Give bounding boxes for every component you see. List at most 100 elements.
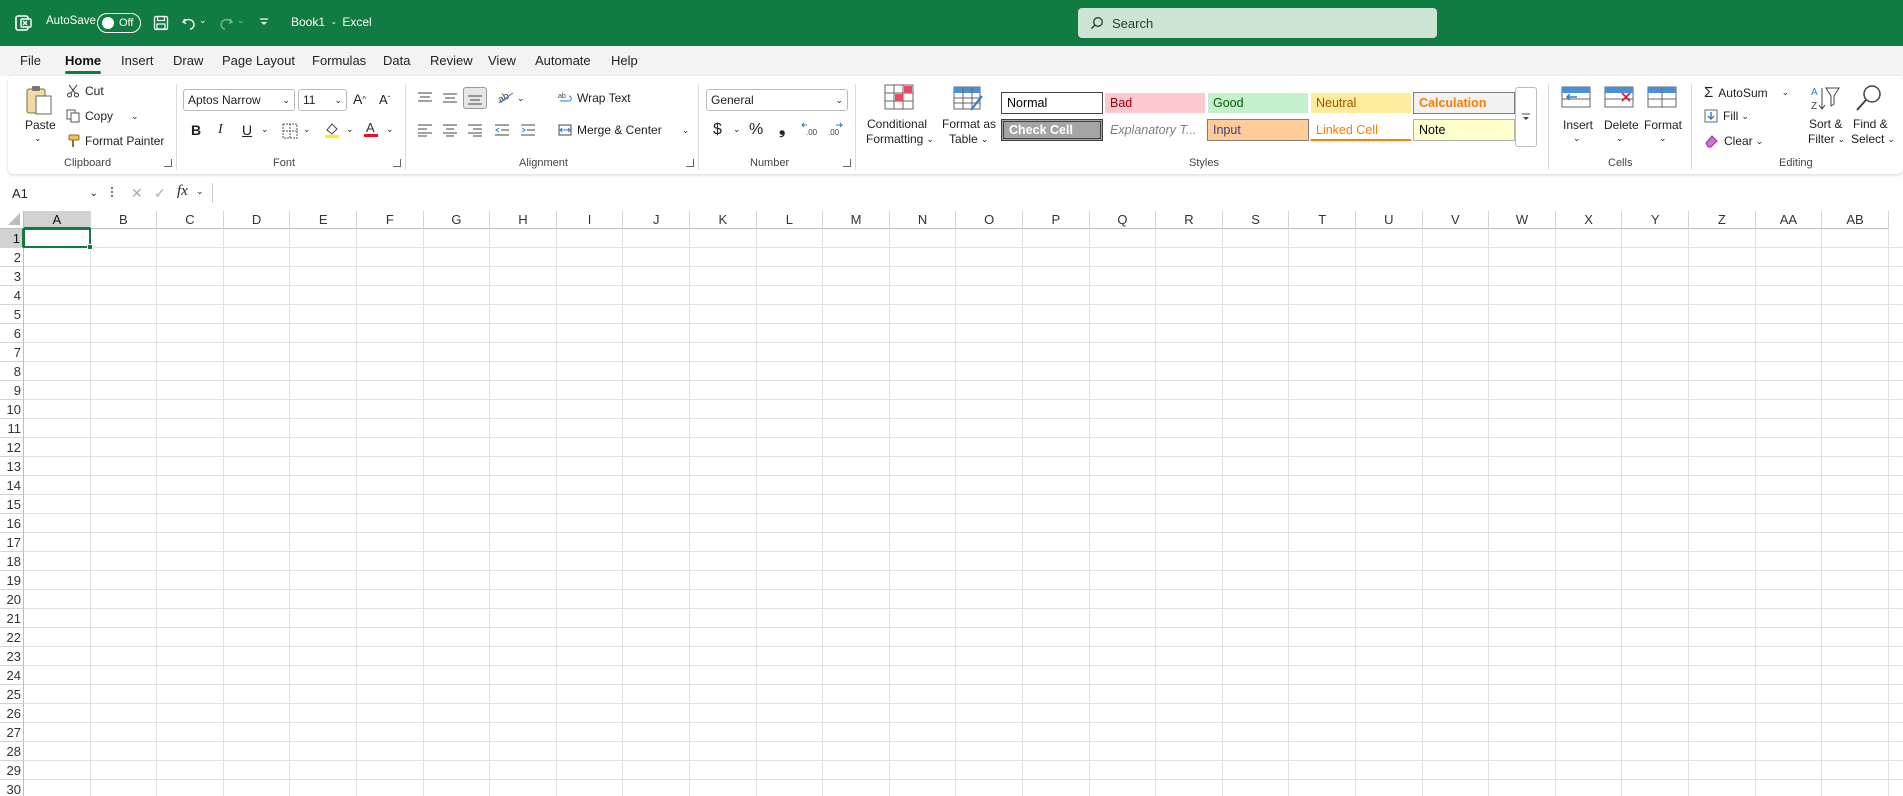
underline-button[interactable]: U <box>242 122 252 138</box>
row-header-9[interactable]: 9 <box>0 381 24 400</box>
format-button[interactable]: Format <box>1644 118 1682 132</box>
row-header-8[interactable]: 8 <box>0 362 24 381</box>
column-header-o[interactable]: O <box>956 211 1023 229</box>
formula-bar-grip-icon[interactable] <box>110 185 114 199</box>
column-header-y[interactable]: Y <box>1622 211 1689 229</box>
currency-button[interactable]: $ <box>713 121 722 139</box>
row-header-11[interactable]: 11 <box>0 419 24 438</box>
column-header-h[interactable]: H <box>490 211 557 229</box>
column-header-x[interactable]: X <box>1555 211 1623 229</box>
tab-view[interactable]: View <box>488 53 516 68</box>
align-top-icon[interactable] <box>417 91 433 105</box>
cell-style-check-cell[interactable]: Check Cell <box>1001 119 1103 141</box>
format-painter-button[interactable]: Format Painter <box>66 134 164 148</box>
orientation-icon[interactable]: ab <box>497 90 515 104</box>
align-middle-icon[interactable] <box>442 91 458 105</box>
column-header-j[interactable]: J <box>623 211 690 229</box>
column-header-aa[interactable]: AA <box>1755 211 1823 229</box>
delete-dropdown-icon[interactable]: ⌄ <box>1616 133 1624 144</box>
format-as-table-icon[interactable] <box>953 84 983 112</box>
row-header-22[interactable]: 22 <box>0 628 24 647</box>
row-header-4[interactable]: 4 <box>0 286 24 305</box>
row-header-13[interactable]: 13 <box>0 457 24 476</box>
save-icon[interactable] <box>151 13 171 33</box>
column-header-s[interactable]: S <box>1222 211 1290 229</box>
customize-toolbar-icon[interactable] <box>257 14 271 30</box>
paste-dropdown-icon[interactable]: ⌄ <box>34 133 42 144</box>
row-header-6[interactable]: 6 <box>0 324 24 343</box>
copy-dropdown-icon[interactable]: ⌄ <box>131 111 139 122</box>
column-header-b[interactable]: B <box>90 211 158 229</box>
row-header-18[interactable]: 18 <box>0 552 24 571</box>
row-header-23[interactable]: 23 <box>0 647 24 666</box>
find-select-label-1[interactable]: Find & <box>1853 117 1888 131</box>
tab-file[interactable]: File <box>20 53 41 68</box>
undo-icon[interactable] <box>179 13 199 33</box>
cell-style-normal[interactable]: Normal <box>1001 92 1103 114</box>
column-header-f[interactable]: F <box>357 211 424 229</box>
align-left-icon[interactable] <box>417 123 433 137</box>
column-header-r[interactable]: R <box>1156 211 1223 229</box>
autosave-toggle[interactable]: Off <box>97 13 141 33</box>
decrease-font-size-icon[interactable]: Aˇ <box>379 92 390 107</box>
row-header-14[interactable]: 14 <box>0 476 24 495</box>
column-header-t[interactable]: T <box>1289 211 1356 229</box>
fill-handle[interactable] <box>86 244 93 250</box>
tab-insert[interactable]: Insert <box>121 53 154 68</box>
cell-style-calculation[interactable]: Calculation <box>1413 92 1515 114</box>
column-header-k[interactable]: K <box>690 211 757 229</box>
tab-review[interactable]: Review <box>430 53 473 68</box>
redo-dropdown-icon[interactable]: ⌄ <box>237 15 245 26</box>
orientation-dropdown-icon[interactable]: ⌄ <box>517 93 525 104</box>
cancel-icon[interactable]: ✕ <box>131 185 143 202</box>
cell-style-explanatory-t[interactable]: Explanatory T... <box>1104 119 1206 141</box>
sort-filter-icon[interactable]: AZ <box>1810 84 1840 112</box>
autosum-button[interactable]: Σ AutoSum ⌄ <box>1704 84 1789 101</box>
column-header-u[interactable]: U <box>1356 211 1423 229</box>
format-as-table-button[interactable]: Table ⌄ <box>949 132 988 146</box>
row-header-25[interactable]: 25 <box>0 685 24 704</box>
undo-dropdown-icon[interactable]: ⌄ <box>199 15 207 26</box>
insert-dropdown-icon[interactable]: ⌄ <box>1573 133 1581 144</box>
column-header-m[interactable]: M <box>823 211 890 229</box>
paste-button[interactable]: Paste <box>25 118 56 132</box>
column-header-a[interactable]: A <box>24 211 91 229</box>
font-name-dropdown[interactable]: Aptos Narrow ⌄ <box>183 89 295 111</box>
column-header-p[interactable]: P <box>1023 211 1090 229</box>
tab-formulas[interactable]: Formulas <box>312 53 366 68</box>
column-header-v[interactable]: V <box>1422 211 1490 229</box>
format-dropdown-icon[interactable]: ⌄ <box>1659 133 1667 144</box>
redo-icon[interactable] <box>216 13 236 33</box>
insert-button[interactable]: Insert <box>1563 118 1593 132</box>
function-dropdown-icon[interactable]: ⌄ <box>196 186 204 197</box>
font-color-dropdown-icon[interactable]: ⌄ <box>386 124 394 135</box>
fill-color-icon[interactable] <box>324 121 340 139</box>
insert-function-button[interactable]: fx <box>177 183 188 200</box>
font-launcher-icon[interactable] <box>393 159 401 167</box>
fill-color-dropdown-icon[interactable]: ⌄ <box>346 124 354 135</box>
paste-icon[interactable] <box>24 83 54 117</box>
row-header-15[interactable]: 15 <box>0 495 24 514</box>
find-select-icon[interactable] <box>1855 84 1883 112</box>
row-header-17[interactable]: 17 <box>0 533 24 552</box>
row-header-10[interactable]: 10 <box>0 400 24 419</box>
column-header-l[interactable]: L <box>756 211 824 229</box>
clipboard-launcher-icon[interactable] <box>164 159 172 167</box>
increase-decimal-icon[interactable]: .00 <box>801 121 819 137</box>
tab-draw[interactable]: Draw <box>173 53 203 68</box>
column-header-c[interactable]: C <box>157 211 224 229</box>
tab-automate[interactable]: Automate <box>535 53 591 68</box>
column-header-d[interactable]: D <box>223 211 291 229</box>
autosum-dropdown-icon[interactable]: ⌄ <box>1782 87 1790 98</box>
underline-dropdown-icon[interactable]: ⌄ <box>261 124 269 135</box>
row-header-20[interactable]: 20 <box>0 590 24 609</box>
row-header-7[interactable]: 7 <box>0 343 24 362</box>
decrease-decimal-icon[interactable]: .00 <box>827 121 845 137</box>
fill-button[interactable]: Fill ⌄ <box>1704 109 1749 123</box>
merge-dropdown-icon[interactable]: ⌄ <box>682 125 690 136</box>
row-header-26[interactable]: 26 <box>0 704 24 723</box>
cell-style-good[interactable]: Good <box>1207 92 1309 114</box>
delete-button[interactable]: Delete <box>1604 118 1639 132</box>
name-box[interactable]: A1 ⌄ <box>8 182 102 204</box>
row-header-29[interactable]: 29 <box>0 761 24 780</box>
